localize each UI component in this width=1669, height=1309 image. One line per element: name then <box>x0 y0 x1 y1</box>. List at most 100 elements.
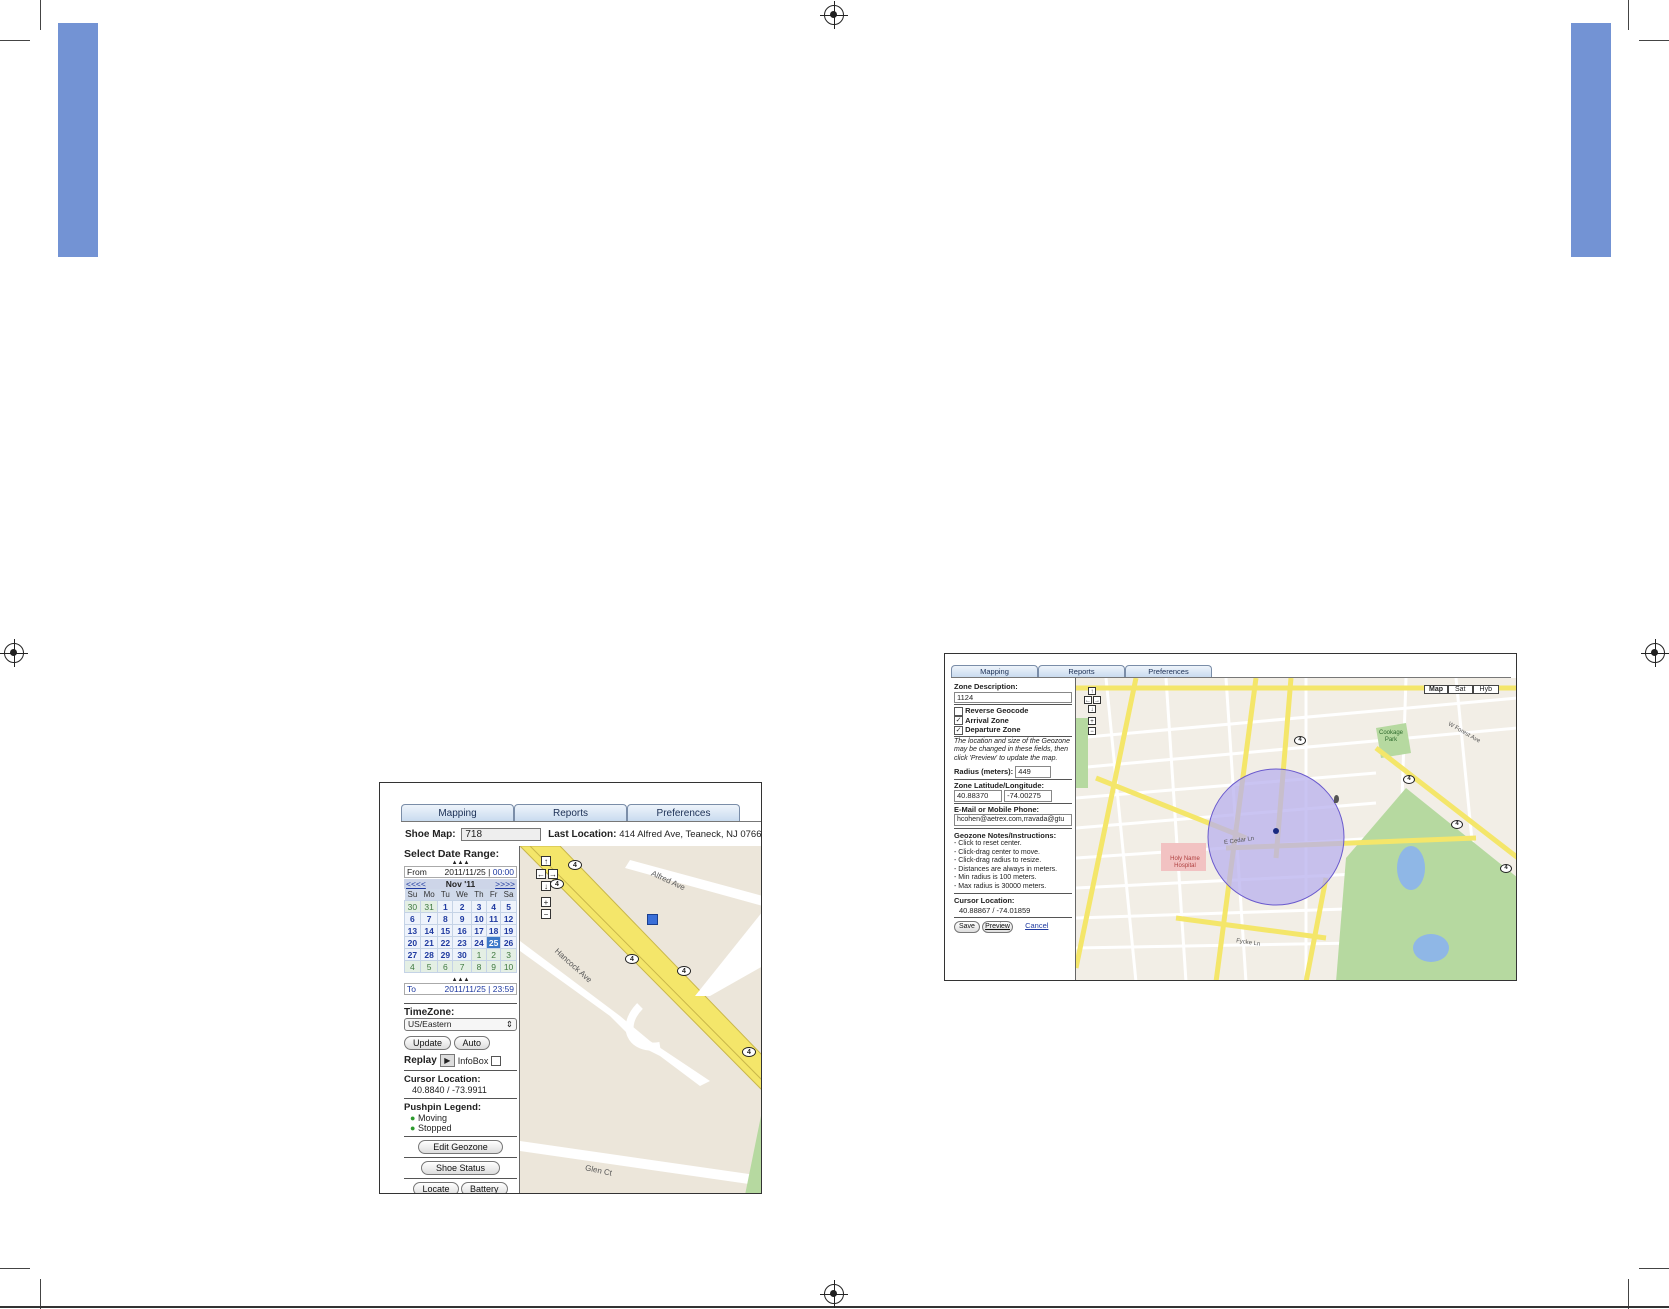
longitude-input[interactable]: -74.00275 <box>1004 790 1053 802</box>
pan-up-icon[interactable]: ↑ <box>541 856 551 866</box>
calendar-day[interactable]: 2 <box>452 900 472 913</box>
tab-mapping[interactable]: Mapping <box>951 665 1038 677</box>
tab-preferences[interactable]: Preferences <box>627 804 740 821</box>
pan-right-icon[interactable]: → <box>548 869 558 879</box>
tab-reports[interactable]: Reports <box>1038 665 1125 677</box>
last-location-value: 414 Alfred Ave, Teaneck, NJ 07666, US <box>619 829 762 840</box>
shoe-map-input[interactable]: 718 <box>461 828 542 841</box>
geozone-center-pin-icon[interactable] <box>1273 828 1279 834</box>
zone-description-input[interactable]: 1124 <box>954 691 1072 703</box>
calendar-day[interactable]: 19 <box>500 924 517 937</box>
calendar-day[interactable]: 2 <box>486 948 502 961</box>
calendar-day[interactable]: 4 <box>486 900 502 913</box>
geozone-map[interactable]: ↑ ← → ↓ + − Map Sat Hyb 4 4 4 4 Holy Nam… <box>1076 678 1516 980</box>
reverse-geocode-checkbox[interactable] <box>954 706 963 716</box>
play-icon[interactable]: ▶ <box>439 1054 455 1067</box>
calendar-day[interactable]: 17 <box>470 924 488 937</box>
zoom-in-icon[interactable]: + <box>541 897 551 907</box>
calendar-day[interactable]: 9 <box>486 960 502 973</box>
next-month-link[interactable]: >>>> <box>495 879 515 889</box>
calendar-day[interactable]: 12 <box>500 912 517 925</box>
tab-preferences[interactable]: Preferences <box>1125 665 1212 677</box>
calendar-day[interactable]: 30 <box>452 948 472 961</box>
shoe-status-button[interactable]: Shoe Status <box>420 1161 501 1175</box>
pan-left-icon[interactable]: ← <box>1084 696 1092 704</box>
calendar-day[interactable]: 21 <box>419 936 439 949</box>
to-row[interactable]: To 2011/11/25 | 23:59 <box>404 983 517 995</box>
pan-left-icon[interactable]: ← <box>536 869 546 879</box>
calendar-day[interactable]: 7 <box>419 912 439 925</box>
calendar-day[interactable]: 1 <box>437 900 454 913</box>
calendar-day[interactable]: 6 <box>404 912 421 925</box>
timezone-select[interactable]: US/Eastern ⇕ <box>404 1018 517 1031</box>
calendar-day[interactable]: 18 <box>486 924 502 937</box>
calendar-day[interactable]: 28 <box>419 948 439 961</box>
calendar-day[interactable]: 7 <box>452 960 472 973</box>
calendar-day[interactable]: 26 <box>500 936 517 949</box>
tracking-map[interactable]: ↑ ← → ↓ + − 4 4 4 4 4 Alfred Ave Hancock… <box>520 846 761 1193</box>
left-accent-bar <box>58 23 98 257</box>
pan-up-icon[interactable]: ↑ <box>1088 687 1096 695</box>
zoom-in-icon[interactable]: + <box>1088 717 1096 725</box>
calendar-day[interactable]: 29 <box>437 948 454 961</box>
from-row[interactable]: From 2011/11/25 | 00:00 <box>404 866 517 878</box>
calendar-day[interactable]: 23 <box>452 936 472 949</box>
preview-button[interactable]: Preview <box>982 921 1013 933</box>
calendar-day[interactable]: 16 <box>452 924 472 937</box>
calendar-day[interactable]: 13 <box>404 924 421 937</box>
calendar-day[interactable]: 27 <box>404 948 421 961</box>
arrival-zone-checkbox[interactable]: ✓ <box>954 716 963 726</box>
registration-mark-icon <box>820 1280 848 1308</box>
map-type-sat-button[interactable]: Sat <box>1448 685 1473 694</box>
update-button[interactable]: Update <box>404 1036 452 1050</box>
tab-reports[interactable]: Reports <box>514 804 627 821</box>
calendar-day[interactable]: 8 <box>437 912 454 925</box>
pan-down-icon[interactable]: ↓ <box>1088 705 1096 713</box>
cancel-link[interactable]: Cancel <box>1025 921 1048 930</box>
calendar-day[interactable]: 24 <box>470 936 488 949</box>
zoom-out-icon[interactable]: − <box>1088 727 1096 735</box>
pan-right-icon[interactable]: → <box>1093 696 1101 704</box>
calendar-day[interactable]: 20 <box>404 936 421 949</box>
calendar-day[interactable]: 6 <box>437 960 454 973</box>
calendar-day[interactable]: 1 <box>470 948 488 961</box>
battery-button[interactable]: Battery <box>461 1182 508 1193</box>
tab-label: Preferences <box>1148 667 1189 676</box>
calendar-day[interactable]: 5 <box>500 900 517 913</box>
notes-label: Geozone Notes/Instructions: <box>954 830 1057 840</box>
last-location-label: Last Location: <box>548 829 617 840</box>
save-button[interactable]: Save <box>954 921 980 933</box>
calendar-day[interactable]: 3 <box>500 948 517 961</box>
locate-button[interactable]: Locate <box>413 1182 459 1193</box>
radius-input[interactable]: 449 <box>1015 766 1052 778</box>
calendar-day[interactable]: 10 <box>500 960 517 973</box>
auto-button[interactable]: Auto <box>453 1036 491 1050</box>
calendar-day[interactable]: 30 <box>404 900 421 913</box>
calendar-day[interactable]: 22 <box>437 936 454 949</box>
calendar-day[interactable]: 9 <box>452 912 472 925</box>
calendar-day[interactable]: 10 <box>470 912 488 925</box>
map-type-hyb-button[interactable]: Hyb <box>1472 685 1499 694</box>
zoom-out-icon[interactable]: − <box>541 909 551 919</box>
tab-mapping[interactable]: Mapping <box>401 804 514 821</box>
calendar-day[interactable]: 3 <box>470 900 488 913</box>
calendar-day[interactable]: 8 <box>470 960 488 973</box>
calendar-day[interactable]: 14 <box>419 924 439 937</box>
tab-label: Mapping <box>980 667 1009 676</box>
map-type-map-button[interactable]: Map <box>1424 685 1448 694</box>
infobox-checkbox[interactable] <box>491 1055 502 1066</box>
lat-lon-row: 40.88370 -74.00275 <box>954 790 1072 802</box>
edit-geozone-button[interactable]: Edit Geozone <box>418 1140 503 1154</box>
calendar-day[interactable]: 15 <box>437 924 454 937</box>
departure-zone-checkbox[interactable]: ✓ <box>954 725 963 735</box>
legend-label: Moving <box>417 1113 447 1123</box>
calendar-day[interactable]: 31 <box>419 900 439 913</box>
calendar-day[interactable]: 11 <box>486 912 502 925</box>
shoe-pushpin-icon[interactable] <box>647 914 658 925</box>
calendar-day-selected[interactable]: 25 <box>486 936 502 949</box>
calendar-day[interactable]: 5 <box>419 960 439 973</box>
email-input[interactable]: hcohen@aetrex.com,rravada@gtu <box>954 814 1072 826</box>
calendar-day[interactable]: 4 <box>404 960 421 973</box>
prev-month-link[interactable]: <<<< <box>406 879 426 889</box>
latitude-input[interactable]: 40.88370 <box>954 790 1002 802</box>
